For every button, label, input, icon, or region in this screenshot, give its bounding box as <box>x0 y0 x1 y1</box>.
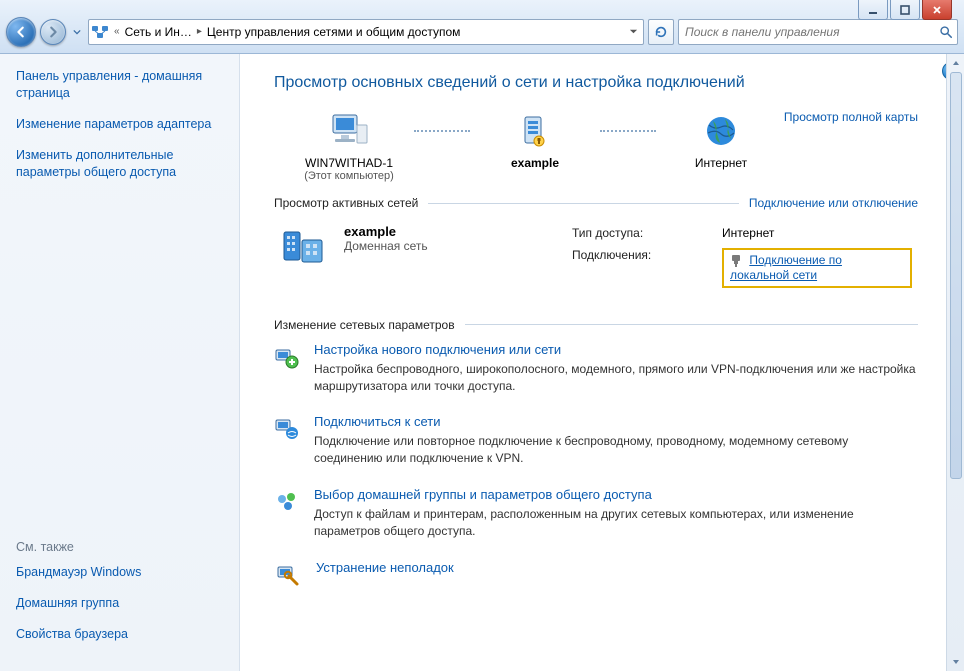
change-item-title[interactable]: Настройка нового подключения или сети <box>314 342 561 357</box>
ethernet-icon <box>730 254 742 268</box>
connection-link-highlight: Подключение по локальной сети <box>722 248 912 288</box>
node-internet[interactable]: Интернет <box>656 110 786 170</box>
lan-connection-link[interactable]: Подключение по локальной сети <box>730 253 842 282</box>
see-also-link-firewall[interactable]: Брандмауэр Windows <box>16 564 223 581</box>
minimize-button[interactable] <box>858 0 888 20</box>
domain-network-icon <box>280 224 326 270</box>
new-connection-icon <box>274 342 300 395</box>
search-icon[interactable] <box>939 25 953 39</box>
vertical-scrollbar[interactable] <box>946 54 964 671</box>
network-center-icon <box>91 23 109 41</box>
computer-icon <box>284 110 414 152</box>
connect-network-icon <box>274 414 300 467</box>
server-icon <box>470 110 600 152</box>
history-dropdown[interactable] <box>70 17 84 47</box>
sidebar-link-sharing[interactable]: Изменить дополнительные параметры общего… <box>16 147 223 181</box>
active-network-name: example <box>344 224 554 239</box>
address-dropdown[interactable] <box>625 27 641 36</box>
change-item-title[interactable]: Подключиться к сети <box>314 414 440 429</box>
troubleshoot-icon <box>274 560 302 588</box>
node-this-pc-name: WIN7WITHAD-1 <box>284 156 414 170</box>
scroll-down-arrow[interactable] <box>947 653 964 671</box>
change-item-new-connection[interactable]: Настройка нового подключения или сети На… <box>274 342 918 395</box>
node-this-pc-sub: (Этот компьютер) <box>284 170 414 182</box>
page-title: Просмотр основных сведений о сети и наст… <box>274 74 918 92</box>
access-type-value: Интернет <box>722 226 912 240</box>
address-bar[interactable]: « Сеть и Ин… ▸ Центр управления сетями и… <box>88 19 644 45</box>
change-item-troubleshoot[interactable]: Устранение неполадок <box>274 560 918 588</box>
active-network-card: example Доменная сеть Тип доступа: Интер… <box>274 220 918 292</box>
change-settings-title: Изменение сетевых параметров <box>274 318 455 332</box>
sidebar: Панель управления - домашняя страница Из… <box>0 54 240 671</box>
forward-button[interactable] <box>40 19 66 45</box>
back-button[interactable] <box>6 17 36 47</box>
change-settings-header: Изменение сетевых параметров <box>274 318 918 332</box>
breadcrumb-prefix: « <box>111 26 123 37</box>
node-this-pc[interactable]: WIN7WITHAD-1 (Этот компьютер) <box>284 110 414 182</box>
sidebar-link-adapter[interactable]: Изменение параметров адаптера <box>16 116 223 133</box>
change-item-homegroup[interactable]: Выбор домашней группы и параметров общег… <box>274 487 918 540</box>
see-also-link-homegroup[interactable]: Домашняя группа <box>16 595 223 612</box>
access-type-label: Тип доступа: <box>572 226 712 240</box>
breadcrumb-parent[interactable]: Сеть и Ин… <box>125 25 192 39</box>
change-item-title[interactable]: Выбор домашней группы и параметров общег… <box>314 487 652 502</box>
connections-label: Подключения: <box>572 248 712 288</box>
network-map: Просмотр полной карты WIN7W <box>274 110 918 182</box>
breadcrumb-current[interactable]: Центр управления сетями и общим доступом <box>207 25 461 39</box>
active-networks-title: Просмотр активных сетей <box>274 196 418 210</box>
change-settings-list: Настройка нового подключения или сети На… <box>274 342 918 588</box>
node-gateway-name: example <box>470 156 600 170</box>
sidebar-link-home[interactable]: Панель управления - домашняя страница <box>16 68 223 102</box>
active-networks-header: Просмотр активных сетей Подключение или … <box>274 196 918 210</box>
search-box[interactable] <box>678 19 958 45</box>
breadcrumb-separator-icon[interactable]: ▸ <box>194 26 205 37</box>
full-map-link[interactable]: Просмотр полной карты <box>784 110 918 124</box>
change-item-title[interactable]: Устранение неполадок <box>316 560 454 575</box>
close-button[interactable] <box>922 0 952 20</box>
scroll-thumb[interactable] <box>950 72 962 479</box>
link-line-2 <box>600 110 656 152</box>
node-gateway[interactable]: example <box>470 110 600 170</box>
change-item-desc: Настройка беспроводного, широкополосного… <box>314 361 918 395</box>
content-area: Просмотр основных сведений о сети и наст… <box>240 54 946 671</box>
active-network-type: Доменная сеть <box>344 239 554 253</box>
node-internet-name: Интернет <box>656 156 786 170</box>
link-line-1 <box>414 110 470 152</box>
toolbar: « Сеть и Ин… ▸ Центр управления сетями и… <box>0 0 964 54</box>
connect-disconnect-link[interactable]: Подключение или отключение <box>749 196 918 210</box>
scroll-track[interactable] <box>947 72 964 653</box>
internet-icon <box>656 110 786 152</box>
see-also-heading: См. также <box>16 540 223 554</box>
see-also-link-browser[interactable]: Свойства браузера <box>16 626 223 643</box>
search-input[interactable] <box>683 24 935 40</box>
change-item-desc: Доступ к файлам и принтерам, расположенн… <box>314 506 918 540</box>
maximize-button[interactable] <box>890 0 920 20</box>
homegroup-icon <box>274 487 300 540</box>
scroll-up-arrow[interactable] <box>947 54 964 72</box>
refresh-button[interactable] <box>648 19 674 45</box>
change-item-connect[interactable]: Подключиться к сети Подключение или повт… <box>274 414 918 467</box>
change-item-desc: Подключение или повторное подключение к … <box>314 433 918 467</box>
